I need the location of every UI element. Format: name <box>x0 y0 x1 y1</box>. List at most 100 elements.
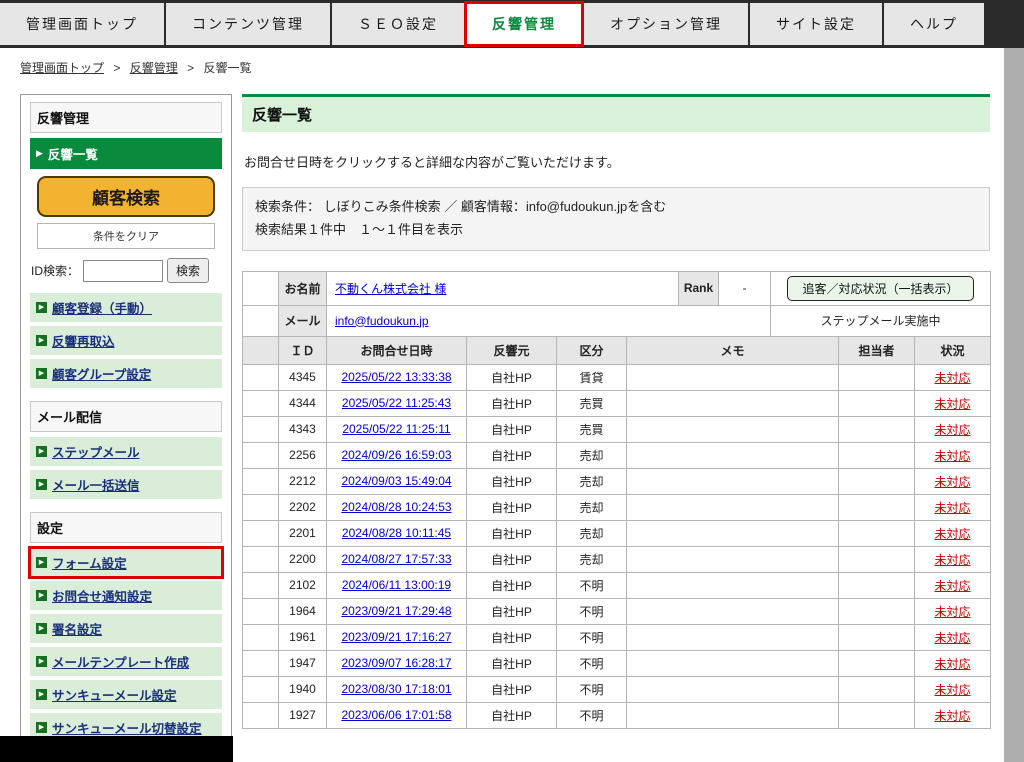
top-navigation: 管理画面トップ コンテンツ管理 ＳＥＯ設定 反響管理 オプション管理 サイト設定… <box>0 0 1024 48</box>
sidebar-item[interactable]: ▶ 署名設定 <box>30 614 222 643</box>
blank-cell <box>243 546 279 572</box>
inquiry-id-cell: 4345 <box>279 364 327 390</box>
inquiry-status-link[interactable]: 未対応 <box>934 709 970 723</box>
inquiry-staff-cell <box>839 624 915 650</box>
inquiry-datetime-link[interactable]: 2023/09/21 17:16:27 <box>341 630 451 644</box>
inquiry-status-link[interactable]: 未対応 <box>934 475 970 489</box>
inquiry-datetime-cell: 2023/09/21 17:29:48 <box>327 598 467 624</box>
customer-name-link[interactable]: 不動くん株式会社 様 <box>335 282 446 296</box>
inquiry-datetime-cell: 2023/08/30 17:18:01 <box>327 676 467 702</box>
inquiry-id-cell: 4343 <box>279 416 327 442</box>
clear-conditions-button[interactable]: 条件をクリア <box>37 223 215 249</box>
inquiry-datetime-link[interactable]: 2024/09/03 15:49:04 <box>341 474 451 488</box>
inquiry-status-link[interactable]: 未対応 <box>934 605 970 619</box>
inquiry-source-cell: 自社HP <box>467 390 557 416</box>
follow-status-button[interactable]: 追客／対応状況（一括表示） <box>787 276 973 301</box>
sidebar-item[interactable]: ▶ 顧客グループ設定 <box>30 359 222 388</box>
sidebar-item-link[interactable]: 顧客登録（手動） <box>52 298 152 317</box>
inquiry-datetime-link[interactable]: 2023/09/21 17:29:48 <box>341 604 451 618</box>
sidebar-item-link[interactable]: 反響再取込 <box>52 331 115 350</box>
inquiry-status-link[interactable]: 未対応 <box>934 423 970 437</box>
sidebar-item-link[interactable]: サンキューメール切替設定 <box>52 718 202 737</box>
inquiry-status-link[interactable]: 未対応 <box>934 449 970 463</box>
inquiry-status-cell: 未対応 <box>915 546 991 572</box>
sidebar-item-link[interactable]: 顧客グループ設定 <box>52 364 151 383</box>
sidebar-item-link[interactable]: メールテンプレート作成 <box>52 652 189 671</box>
sidebar-item-link[interactable]: 署名設定 <box>52 619 102 638</box>
table-row: 2200 2024/08/27 17:57:33 自社HP 売却 未対応 <box>243 546 991 572</box>
sidebar-section-settings-items: ▶ フォーム設定 ▶ お問合せ通知設定 ▶ 署名設定 <box>30 548 222 762</box>
table-row: 2256 2024/09/26 16:59:03 自社HP 売却 未対応 <box>243 442 991 468</box>
sidebar-item[interactable]: ▶ 顧客登録（手動） <box>30 293 222 322</box>
inquiry-status-link[interactable]: 未対応 <box>934 397 970 411</box>
arrow-square-icon: ▶ <box>36 557 47 568</box>
breadcrumb-link-admin-top[interactable]: 管理画面トップ <box>20 61 104 75</box>
inquiry-datetime-link[interactable]: 2023/09/07 16:28:17 <box>341 656 451 670</box>
sidebar-item[interactable]: ▶ メール一括送信 <box>30 470 222 499</box>
inquiry-id-cell: 1964 <box>279 598 327 624</box>
inquiry-category-cell: 不明 <box>557 572 627 598</box>
inquiry-datetime-link[interactable]: 2023/08/30 17:18:01 <box>341 682 451 696</box>
inquiry-status-link[interactable]: 未対応 <box>934 631 970 645</box>
inquiry-status-link[interactable]: 未対応 <box>934 371 970 385</box>
breadcrumb-link-response-mgmt[interactable]: 反響管理 <box>130 61 178 75</box>
inquiry-datetime-link[interactable]: 2025/05/22 11:25:11 <box>342 422 450 436</box>
search-summary-box: 検索条件： しぼりこみ条件検索 ／ 顧客情報：info@fudoukun.jpを… <box>242 187 990 251</box>
inquiry-status-link[interactable]: 未対応 <box>934 527 970 541</box>
table-row: 1961 2023/09/21 17:16:27 自社HP 不明 未対応 <box>243 624 991 650</box>
inquiry-id-cell: 2256 <box>279 442 327 468</box>
inquiry-datetime-link[interactable]: 2025/05/22 13:33:38 <box>341 370 451 384</box>
scrollbar[interactable] <box>1004 48 1024 762</box>
inquiry-datetime-link[interactable]: 2024/08/28 10:11:45 <box>342 526 451 540</box>
blank-header-cell <box>243 336 279 364</box>
inquiry-datetime-cell: 2023/09/21 17:16:27 <box>327 624 467 650</box>
arrow-square-icon: ▶ <box>36 590 47 601</box>
inquiry-status-link[interactable]: 未対応 <box>934 657 970 671</box>
nav-tab[interactable]: 管理画面トップ <box>0 3 164 45</box>
inquiry-datetime-link[interactable]: 2024/06/11 13:00:19 <box>342 578 451 592</box>
sidebar-item[interactable]: ▶ メールテンプレート作成 <box>30 647 222 676</box>
sidebar-item-link[interactable]: フォーム設定 <box>52 553 127 572</box>
sidebar-item[interactable]: ▶ サンキューメール設定 <box>30 680 222 709</box>
sidebar-item-link[interactable]: ステップメール <box>52 442 140 461</box>
sidebar-item-link[interactable]: メール一括送信 <box>52 475 140 494</box>
inquiry-datetime-link[interactable]: 2024/08/28 10:24:53 <box>341 500 451 514</box>
customer-search-button[interactable]: 顧客検索 <box>37 176 215 217</box>
id-search-input[interactable] <box>83 260 163 282</box>
inquiry-source-cell: 自社HP <box>467 572 557 598</box>
inquiry-datetime-link[interactable]: 2023/06/06 17:01:58 <box>341 708 451 722</box>
inquiry-status-link[interactable]: 未対応 <box>934 683 970 697</box>
inquiry-status-link[interactable]: 未対応 <box>934 553 970 567</box>
blank-cell <box>243 494 279 520</box>
inquiry-status-cell: 未対応 <box>915 442 991 468</box>
sidebar-item-link[interactable]: お問合せ通知設定 <box>52 586 152 605</box>
blank-cell <box>243 305 279 336</box>
sidebar-item-response-list[interactable]: ▶ 反響一覧 <box>30 138 222 169</box>
sidebar-item[interactable]: ▶ 反響再取込 <box>30 326 222 355</box>
inquiry-datetime-link[interactable]: 2024/09/26 16:59:03 <box>341 448 451 462</box>
sidebar-item-link[interactable]: サンキューメール設定 <box>52 685 177 704</box>
sidebar-item[interactable]: ▶ フォーム設定 <box>30 548 222 577</box>
inquiry-datetime-cell: 2024/08/28 10:24:53 <box>327 494 467 520</box>
nav-tab[interactable]: コンテンツ管理 <box>166 3 330 45</box>
inquiry-datetime-link[interactable]: 2024/08/27 17:57:33 <box>341 552 451 566</box>
nav-tab[interactable]: 反響管理 <box>466 3 582 45</box>
sidebar-item[interactable]: ▶ お問合せ通知設定 <box>30 581 222 610</box>
inquiry-status-link[interactable]: 未対応 <box>934 501 970 515</box>
customer-mail-link[interactable]: info@fudoukun.jp <box>335 314 429 328</box>
inquiry-memo-cell <box>627 442 839 468</box>
inquiry-staff-cell <box>839 416 915 442</box>
sidebar-item[interactable]: ▶ ステップメール <box>30 437 222 466</box>
inquiry-category-cell: 売却 <box>557 442 627 468</box>
nav-tab[interactable]: サイト設定 <box>750 3 882 45</box>
inquiry-id-cell: 2102 <box>279 572 327 598</box>
id-search-button[interactable]: 検索 <box>167 258 209 283</box>
blank-cell <box>243 442 279 468</box>
nav-tab[interactable]: ＳＥＯ設定 <box>332 3 464 45</box>
nav-tab[interactable]: ヘルプ <box>884 3 984 45</box>
inquiry-staff-cell <box>839 546 915 572</box>
inquiry-status-link[interactable]: 未対応 <box>934 579 970 593</box>
inquiry-datetime-link[interactable]: 2025/05/22 11:25:43 <box>342 396 451 410</box>
blank-cell <box>243 650 279 676</box>
nav-tab[interactable]: オプション管理 <box>584 3 748 45</box>
